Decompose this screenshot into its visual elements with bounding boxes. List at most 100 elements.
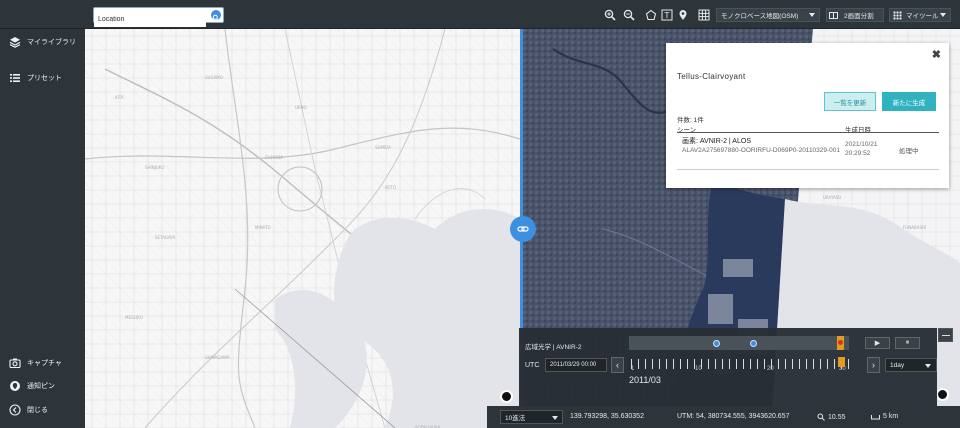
- row-divider: [677, 169, 939, 170]
- utm-readout: UTM: 54, 380734.555, 3943620.657: [677, 413, 790, 420]
- svg-text:MINATO: MINATO: [255, 225, 271, 230]
- svg-text:SUMIDA: SUMIDA: [375, 145, 391, 150]
- map-pin-icon[interactable]: [676, 8, 689, 21]
- datetime-field[interactable]: 2011/03/29 00:00: [545, 358, 607, 372]
- current-scene-marker[interactable]: [837, 336, 844, 350]
- apps-grid-icon: [893, 10, 902, 20]
- scene-marker[interactable]: [713, 340, 720, 347]
- scene-name[interactable]: 画素: AVNIR-2 | ALOS: [682, 136, 751, 146]
- coordinate-format-select[interactable]: 10進法: [500, 410, 563, 424]
- left-map-view[interactable]: KITA SUGAMO UENO SHINJUKU CHIYODA SUMIDA SET…: [85, 29, 520, 428]
- pause-button[interactable]: ⏸: [895, 337, 920, 349]
- chevron-down-icon: [940, 13, 946, 17]
- sidebar-item-label: 通知ピン: [27, 383, 55, 390]
- sidebar-item-label: マイライブラリ: [27, 39, 76, 46]
- timeline-scene-bar[interactable]: [629, 336, 849, 350]
- svg-text:T: T: [663, 11, 669, 20]
- clairvoyant-dialog: ✖ Tellus-Clairvoyant 一覧を更新 新たに生成 件数: 1件 …: [666, 43, 949, 188]
- timeline-cursor[interactable]: [838, 357, 845, 367]
- zoom-level: 10.55: [828, 413, 846, 421]
- location-search[interactable]: [93, 7, 224, 27]
- dialog-title: Tellus-Clairvoyant: [677, 72, 746, 81]
- refresh-list-button[interactable]: 一覧を更新: [824, 92, 876, 111]
- svg-text:SHINAGAWA: SHINAGAWA: [205, 355, 230, 360]
- step-select[interactable]: 1day: [885, 358, 937, 372]
- sidebar-item-presets[interactable]: プリセット: [9, 71, 62, 85]
- split-view-icon: [829, 11, 838, 19]
- chevron-down-icon: [809, 13, 815, 17]
- status-bar: 10進法 139.793298, 35.630352 UTM: 54, 3807…: [487, 406, 960, 428]
- sidebar-item-my-library[interactable]: マイライブラリ: [9, 35, 76, 49]
- split-screen-label: 2画面分割: [844, 13, 874, 20]
- zoom-in-icon[interactable]: [603, 8, 616, 21]
- sidebar: マイライブラリ プリセット キャプチャ 通知ピン 閉じる: [0, 29, 85, 428]
- base-map-canvas: KITA SUGAMO UENO SHINJUKU CHIYODA SUMIDA SET…: [85, 29, 520, 428]
- latlon-readout: 139.793298, 35.630352: [570, 413, 644, 420]
- sidebar-item-capture[interactable]: キャプチャ: [9, 356, 62, 370]
- my-tools-select[interactable]: マイツール: [889, 8, 951, 22]
- svg-text:SUGAMO: SUGAMO: [205, 75, 223, 80]
- app-root: { "search": { "placeholder": "Location" …: [0, 0, 960, 428]
- top-toolbar: T モノクロベース地図(OSM) 2画面分割 マイツール: [0, 0, 960, 29]
- tick-label: 10: [695, 366, 702, 372]
- header-divider: [677, 132, 939, 133]
- coordinate-format-label: 10進法: [505, 415, 526, 422]
- zoom-readout: 10.55: [817, 413, 846, 421]
- pin-icon: [9, 380, 21, 392]
- tick-label: 1: [631, 366, 635, 372]
- scene-id: ALAV2A275697880-OORIRFU-D069P0-20110329-…: [682, 147, 841, 154]
- layers-icon: [9, 36, 21, 48]
- compass-left-icon[interactable]: [500, 390, 513, 403]
- prev-day-button[interactable]: ‹: [611, 357, 624, 373]
- minus-icon: [942, 335, 950, 336]
- svg-text:MEGURO: MEGURO: [125, 315, 143, 320]
- sidebar-item-label: 閉じる: [27, 407, 48, 414]
- status-badge: 処理中: [899, 148, 919, 155]
- base-map-label: モノクロベース地図(OSM): [721, 13, 799, 20]
- svg-text:CHIYODA: CHIYODA: [265, 155, 283, 160]
- svg-text:KITA: KITA: [115, 95, 124, 100]
- scale-readout: 5 km: [871, 413, 898, 420]
- scene-created-date: 2021/10/21 20:29:52: [845, 141, 878, 157]
- tick-label: 20: [767, 366, 774, 372]
- text-tool-icon[interactable]: T: [660, 8, 673, 21]
- svg-text:URAYASU: URAYASU: [823, 195, 841, 200]
- close-icon[interactable]: ✖: [932, 48, 941, 61]
- utc-label: UTC: [525, 362, 540, 369]
- sidebar-item-label: プリセット: [27, 75, 62, 82]
- list-icon: [9, 72, 21, 84]
- scene-marker[interactable]: [750, 340, 757, 347]
- search-icon[interactable]: [211, 10, 221, 22]
- result-count: 件数: 1件: [677, 117, 704, 124]
- base-map-select[interactable]: モノクロベース地図(OSM): [716, 8, 820, 22]
- next-day-button[interactable]: ›: [867, 357, 880, 373]
- chevron-down-icon: [552, 416, 558, 420]
- minimize-timeline-button[interactable]: [938, 328, 953, 342]
- link-icon: [517, 226, 529, 232]
- sidebar-item-notify-pin[interactable]: 通知ピン: [9, 379, 55, 393]
- create-new-button[interactable]: 新たに生成: [882, 92, 936, 111]
- polygon-icon[interactable]: [644, 8, 657, 21]
- timeline-month: 2011/03: [629, 375, 661, 385]
- sync-link-button[interactable]: [510, 216, 536, 242]
- grid-icon[interactable]: [697, 8, 710, 21]
- split-screen-button[interactable]: 2画面分割: [826, 8, 884, 22]
- svg-text:SETAGAYA: SETAGAYA: [155, 235, 176, 240]
- timeline-panel: 広域光学 | AVNIR-2 ▶ ⏸ UTC 2011/03/29 00:00 …: [519, 328, 937, 406]
- svg-text:SHINJUKU: SHINJUKU: [145, 165, 164, 170]
- play-button[interactable]: ▶: [865, 337, 890, 349]
- svg-text:FUNABASHI: FUNABASHI: [903, 225, 926, 230]
- search-input[interactable]: [94, 12, 206, 27]
- timeline-axis[interactable]: 1 10 20 30: [631, 359, 849, 373]
- camera-icon: [9, 357, 21, 369]
- zoom-out-icon[interactable]: [622, 8, 635, 21]
- step-label: 1day: [890, 361, 905, 369]
- my-tools-label: マイツール: [906, 13, 939, 20]
- compass-right-icon[interactable]: [936, 388, 949, 401]
- svg-text:UENO: UENO: [295, 105, 307, 110]
- svg-text:KOTO: KOTO: [385, 185, 396, 190]
- scale-label: 5 km: [883, 413, 899, 420]
- sidebar-item-label: キャプチャ: [27, 360, 62, 367]
- sidebar-item-close[interactable]: 閉じる: [9, 403, 48, 417]
- chevron-down-icon: [925, 364, 931, 368]
